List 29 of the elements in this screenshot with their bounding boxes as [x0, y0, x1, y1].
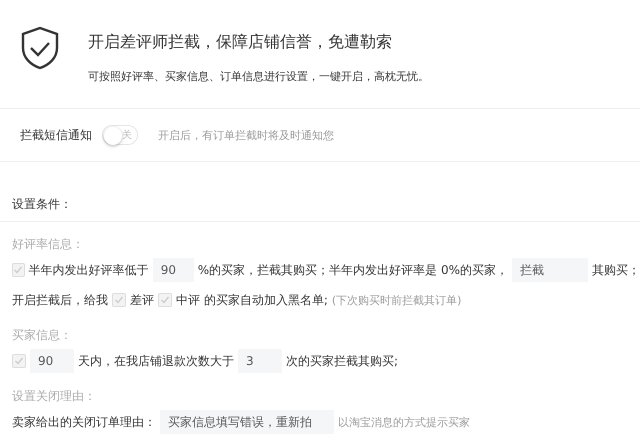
number-field[interactable]: 90	[30, 349, 74, 373]
sms-label: 拦截短信通知	[20, 126, 92, 144]
hint-text: 以淘宝消息的方式提示买家	[338, 414, 470, 430]
section-title: 买家信息：	[11, 327, 73, 344]
label-text: 天内，在我店铺退款次数大于	[78, 352, 234, 370]
dropdown[interactable]: 拦截	[512, 258, 588, 282]
hint-text: 开启后，有订单拦截时将及时通知您	[158, 128, 334, 142]
number-field[interactable]: 90	[152, 258, 194, 282]
section-heading: 设置条件：	[0, 162, 640, 222]
page-subtitle: 可按照好评率、买家信息、订单信息进行设置，一键开启，高枕无忧。	[88, 69, 429, 84]
number-field[interactable]: 3	[238, 349, 282, 373]
label-text: 差评	[130, 292, 154, 308]
hint-text: (下次购买时前拦截其订单)	[332, 292, 462, 308]
section-title: 好评率信息：	[11, 236, 85, 253]
label-text: %的买家，拦截其购买；半年内发出好评率是 0%的买家，	[198, 262, 508, 278]
label-text: 中评 的买家自动加入黑名单;	[176, 292, 328, 308]
dropdown[interactable]: 买家信息填写错误，重新拍	[160, 410, 334, 434]
page-title: 开启差评师拦截，保障店铺信誉，免遭勒索	[88, 32, 393, 53]
label-text: 卖家给出的关闭订单理由：	[12, 414, 156, 430]
label-text: 半年内发出好评率低于	[28, 262, 149, 278]
label-text: 次的买家拦截其购买;	[286, 352, 398, 370]
shield-check-icon	[20, 26, 60, 70]
label-text: 开启拦截后，给我	[12, 292, 108, 308]
checkmark-icon	[114, 295, 124, 305]
section-title: 设置关闭理由：	[11, 388, 97, 405]
checkmark-icon	[160, 295, 170, 305]
label-text: 其购买；	[592, 262, 640, 278]
checkmark-icon	[14, 356, 24, 366]
checkmark-icon	[13, 265, 24, 275]
